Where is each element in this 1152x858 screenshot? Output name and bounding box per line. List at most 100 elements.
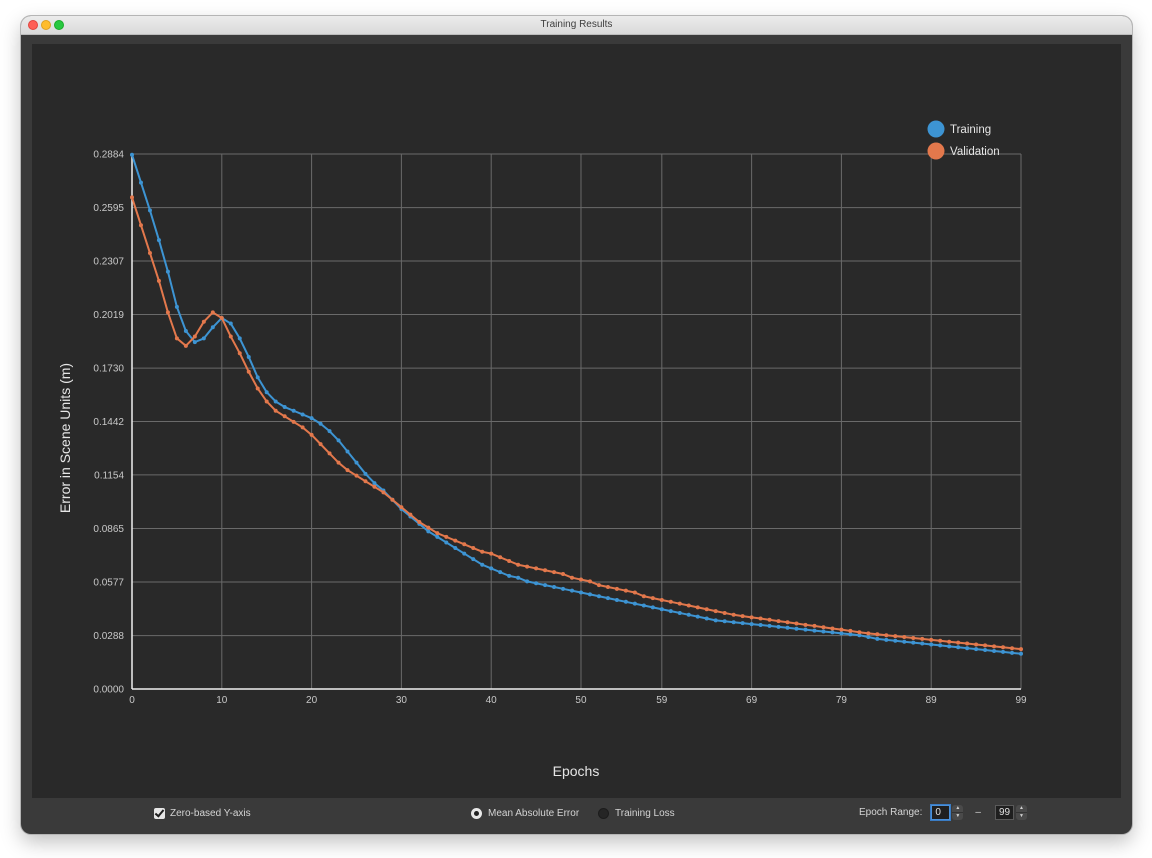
stepper-down-icon[interactable]: ▼ [1015, 812, 1027, 820]
validation-point [821, 625, 826, 630]
stepper-up-icon[interactable]: ▲ [1016, 805, 1027, 812]
range-separator: – [975, 807, 981, 818]
validation-point [543, 568, 548, 573]
stepper-up-icon[interactable]: ▲ [952, 805, 963, 812]
training-point [695, 614, 700, 619]
grid [132, 153, 1022, 689]
validation-point [920, 636, 925, 641]
training-point [875, 636, 880, 641]
validation-point [471, 546, 476, 551]
zero-based-y-axis-toggle[interactable]: Zero-based Y-axis [154, 808, 251, 819]
epoch-start-field[interactable]: 0 [931, 805, 951, 820]
training-point [605, 596, 610, 601]
x-tick-label: 0 [129, 695, 135, 706]
epoch-range: Epoch Range: 0 ▲ ▼ – 99 ▲ ▼ [859, 805, 1027, 820]
zero-based-checkbox[interactable] [154, 808, 165, 819]
training-point [318, 421, 323, 426]
training-point [632, 601, 637, 606]
validation-point [830, 626, 835, 631]
stepper-down-icon[interactable]: ▼ [952, 812, 964, 820]
training-point [740, 621, 745, 626]
validation-point [156, 278, 161, 283]
radio-button-unselected[interactable] [598, 808, 609, 819]
training-point [246, 354, 251, 359]
training-point [363, 471, 368, 476]
validation-point [776, 619, 781, 624]
validation-point [210, 310, 215, 315]
x-tick-label: 69 [746, 695, 758, 706]
legend-validation-swatch [927, 142, 945, 160]
training-point [1001, 649, 1006, 654]
validation-point [749, 615, 754, 620]
x-tick-label: 50 [575, 695, 587, 706]
validation-point [650, 596, 655, 601]
training-point [920, 641, 925, 646]
validation-point [417, 520, 422, 525]
validation-point [668, 599, 673, 604]
epoch-end-field[interactable]: 99 [994, 805, 1014, 820]
training-point [471, 557, 476, 562]
validation-point [785, 620, 790, 625]
validation-point [228, 334, 233, 339]
x-tick-label: 79 [836, 695, 848, 706]
training-point [929, 642, 934, 647]
validation-point [974, 642, 979, 647]
training-point [668, 609, 673, 614]
validation-point [938, 638, 943, 643]
validation-point [839, 627, 844, 632]
validation-point [435, 531, 440, 536]
validation-series [130, 195, 1023, 652]
training-point [893, 638, 898, 643]
training-results-window: Training Results 0.0000 0.0288 0.0577 0.086… [21, 16, 1132, 834]
x-tick-label: 89 [926, 695, 938, 706]
training-point [911, 640, 916, 645]
training-point [830, 630, 835, 635]
training-point [498, 570, 503, 575]
x-tick-label: 20 [306, 695, 318, 706]
epoch-start-stepper[interactable]: ▲ ▼ [952, 805, 964, 820]
training-point [650, 605, 655, 610]
legend-training-swatch [927, 120, 945, 138]
validation-point [552, 570, 557, 575]
training-point [543, 583, 548, 588]
validation-point [659, 597, 664, 602]
training-point [965, 646, 970, 651]
validation-point [516, 562, 521, 567]
epoch-range-label: Epoch Range: [859, 807, 923, 818]
validation-point [578, 577, 583, 582]
validation-point [695, 605, 700, 610]
training-point [641, 603, 646, 608]
training-point [884, 637, 889, 642]
radio-mean-absolute-error[interactable]: Mean Absolute Error [471, 808, 579, 819]
radio-label: Mean Absolute Error [488, 808, 580, 819]
validation-point [758, 616, 763, 621]
training-point [453, 546, 458, 551]
x-tick-label: 40 [486, 695, 498, 706]
validation-point [947, 639, 952, 644]
training-point [713, 618, 718, 623]
validation-point [336, 460, 341, 465]
training-point [902, 639, 907, 644]
y-tick-label: 0.0865 [93, 524, 124, 535]
validation-point [983, 643, 988, 648]
training-point [578, 590, 583, 595]
epoch-end-stepper[interactable]: ▲ ▼ [1015, 805, 1027, 820]
validation-point [372, 484, 377, 489]
training-point [264, 390, 269, 395]
training-point [587, 592, 592, 597]
validation-point [327, 451, 332, 456]
radio-training-loss[interactable]: Training Loss [598, 808, 675, 819]
title-bar: Training Results [21, 16, 1132, 35]
validation-point [255, 386, 260, 391]
training-point [866, 635, 871, 640]
y-tick-label: 0.2595 [93, 203, 124, 214]
training-point [174, 304, 179, 309]
validation-point [812, 623, 817, 628]
y-tick-labels: 0.0000 0.0288 0.0577 0.0865 0.1154 0.1442 0.17… [93, 150, 124, 696]
training-point [138, 180, 143, 185]
chart-panel: 0.0000 0.0288 0.0577 0.0865 0.1154 0.1442 0.17… [32, 44, 1121, 798]
validation-line [131, 197, 1022, 651]
validation-point [381, 490, 386, 495]
training-point [983, 648, 988, 653]
radio-button-selected[interactable] [471, 808, 482, 819]
